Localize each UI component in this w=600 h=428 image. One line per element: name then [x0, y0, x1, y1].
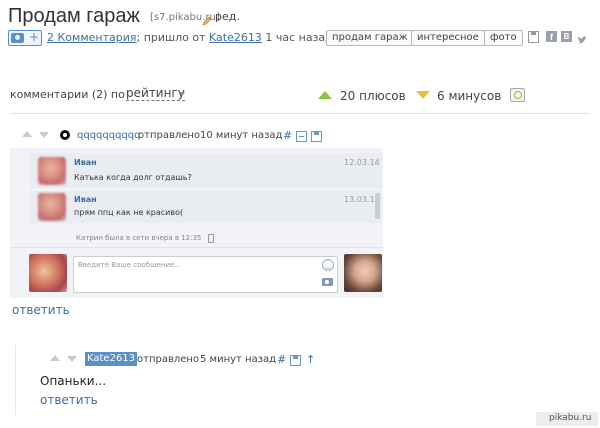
- comment-time: 10 минут назад: [200, 130, 283, 141]
- chevron-down-icon[interactable]: [179, 92, 185, 96]
- message-author[interactable]: Иван: [74, 195, 97, 204]
- scrollbar[interactable]: [375, 193, 380, 219]
- sort-value: рейтингу: [126, 86, 185, 100]
- author-link[interactable]: Kate2613: [209, 31, 262, 44]
- message-input[interactable]: Введите Ваше сообщение...: [73, 256, 338, 293]
- plus-arrow-icon: [318, 91, 332, 99]
- divider: [10, 247, 383, 248]
- comment-time: 5 минут назад: [200, 354, 277, 365]
- divider: [10, 113, 590, 114]
- tag-foto[interactable]: фото: [484, 30, 523, 46]
- comment-user-highlighted[interactable]: Kate2613: [85, 352, 138, 366]
- vote-down-icon[interactable]: [39, 132, 49, 138]
- message-author[interactable]: Иван: [74, 158, 97, 167]
- thread-line: [15, 345, 16, 415]
- vk-icon[interactable]: B: [561, 31, 572, 42]
- twitter-icon[interactable]: [576, 31, 588, 44]
- vote-up-icon[interactable]: [50, 355, 60, 361]
- phone-icon: [208, 234, 214, 243]
- tag-interesnoe[interactable]: интересное: [411, 30, 485, 46]
- avatar: [38, 193, 66, 221]
- avatar: [38, 157, 66, 185]
- watermark-text: pikabu.ru: [549, 413, 592, 423]
- user-avatar-icon: [60, 130, 70, 140]
- comment-hash-link[interactable]: #: [277, 353, 286, 366]
- comments-link[interactable]: 2 Комментария: [47, 31, 137, 44]
- comment-sent-label: отправлено: [138, 130, 201, 141]
- avatar: [29, 254, 67, 292]
- comment-text: Опаньки...: [40, 374, 107, 388]
- chat-message-2: Иван 13.03.14 прям ппц как не красиво(: [30, 191, 382, 223]
- chat-message-1: Иван 12.03.14 Катька когда долг отдашь?: [30, 153, 382, 188]
- edit-link[interactable]: ред.: [215, 10, 240, 23]
- comment-hash-link[interactable]: #: [283, 129, 292, 142]
- post-title[interactable]: Продам гараж: [8, 5, 140, 28]
- comment-user[interactable]: qqqqqqqqqq: [77, 130, 140, 141]
- collapse-icon[interactable]: [296, 131, 307, 142]
- save-comment-icon[interactable]: [290, 355, 301, 366]
- online-status: Катрин была в сети вчера в 12:35: [76, 234, 202, 242]
- message-placeholder: Введите Ваше сообщение...: [78, 261, 182, 269]
- camera-icon[interactable]: [322, 278, 333, 286]
- refresh-icon[interactable]: [510, 88, 525, 102]
- watermark: pikabu.ru: [536, 412, 598, 426]
- post-time: 1 час назад: [265, 31, 333, 44]
- comment-sent-label: отправлено: [137, 354, 200, 365]
- avatar: [344, 254, 382, 292]
- message-text: Катька когда долг отдашь?: [74, 173, 192, 182]
- comments-count-label: комментарии (2) по: [10, 88, 125, 101]
- from-text: ; пришло от: [136, 31, 206, 44]
- reply-link[interactable]: ответить: [12, 303, 70, 317]
- post-meta: 2 Комментария; пришло от Kate2613 1 час …: [47, 31, 333, 44]
- smiley-icon[interactable]: [322, 259, 334, 271]
- vote-down-icon[interactable]: [67, 356, 77, 362]
- comment-user: Kate2613: [87, 353, 136, 364]
- facebook-icon[interactable]: f: [546, 31, 557, 42]
- pencil-icon: [202, 11, 212, 26]
- plus-count: 20 плюсов: [340, 89, 406, 103]
- parent-arrow-icon[interactable]: ↑: [306, 354, 315, 365]
- camera-icon: [11, 33, 24, 43]
- sort-dropdown[interactable]: рейтингу: [126, 86, 185, 101]
- tag-prodam-garazh[interactable]: продам гараж: [326, 30, 414, 46]
- reply-link[interactable]: ответить: [40, 393, 98, 407]
- save-icon[interactable]: [528, 31, 539, 43]
- message-text: прям ппц как не красиво(: [74, 208, 184, 217]
- photo-add-button[interactable]: +: [8, 30, 42, 46]
- save-comment-icon[interactable]: [311, 131, 322, 142]
- message-date: 12.03.14: [344, 158, 380, 167]
- vote-up-icon[interactable]: [22, 131, 32, 137]
- minus-arrow-icon: [416, 91, 430, 99]
- photo-plus-label: +: [29, 30, 40, 44]
- minus-count: 6 минусов: [437, 89, 502, 103]
